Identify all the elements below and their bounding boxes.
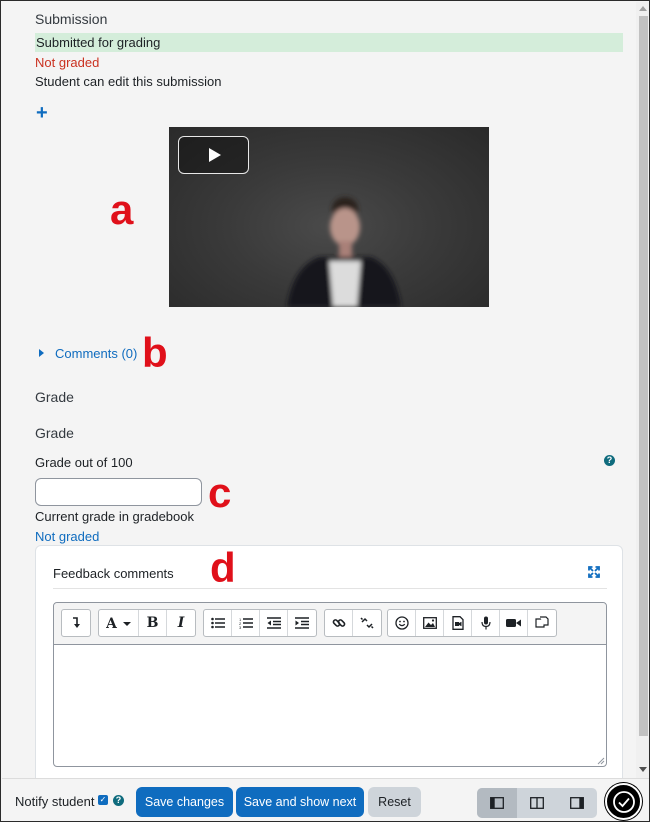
toolbar-group-media [387,609,557,637]
grade-input[interactable] [35,478,202,506]
edit-status: Student can edit this submission [35,74,222,89]
layout-both-panels-icon[interactable] [517,788,557,818]
grading-status: Not graded [35,55,100,70]
toolbar-group-lists: 123 [203,609,317,637]
play-button[interactable] [178,136,249,174]
image-icon[interactable] [416,610,444,636]
scrollbar-thumb[interactable] [639,16,648,736]
grader-panel: Submission Submitted for grading Not gra… [0,0,650,822]
scroll-up-icon[interactable] [639,6,647,11]
collapse-toolbar-icon[interactable] [62,610,90,636]
submission-heading: Submission [35,11,108,27]
grade-out-of-label: Grade out of 100 [35,455,133,470]
annotation-d: d [210,544,236,591]
footer-bar: Notify student ✓ ? Save changes Save and… [2,778,649,821]
grade-heading: Grade [35,389,74,405]
save-changes-button[interactable]: Save changes [136,787,233,817]
record-audio-icon[interactable] [472,610,500,636]
feedback-title: Feedback comments [53,566,174,581]
toolbar-group-text: A B I [98,609,196,637]
layout-right-panel-icon[interactable] [557,788,597,818]
italic-icon[interactable]: I [167,610,195,636]
notify-help-icon[interactable]: ? [113,795,124,806]
font-style-icon[interactable]: A [99,610,139,636]
feedback-card: Feedback comments A B I 1 2 3 [35,545,623,778]
record-video-icon[interactable] [500,610,528,636]
manage-files-icon[interactable] [528,610,556,636]
notify-label: Notify student [15,794,95,809]
layout-toggle-group [477,788,597,818]
help-icon[interactable]: ? [604,455,615,466]
comments-link[interactable]: Comments (0) [55,346,137,361]
expand-plus-icon[interactable]: + [36,103,48,123]
current-grade-value[interactable]: Not graded [35,529,99,544]
media-icon[interactable] [444,610,472,636]
vertical-scrollbar[interactable] [636,2,649,778]
svg-text:3: 3 [239,625,242,629]
current-grade-label: Current grade in gradebook [35,509,194,524]
layout-left-panel-icon[interactable] [477,788,517,818]
toolbar-group-collapse [61,609,91,637]
unlink-icon[interactable] [353,610,381,636]
svg-text:A: A [106,616,118,630]
video-player[interactable] [169,127,489,307]
editor-toolbar: A B I 123 [54,603,606,645]
feedback-editor[interactable]: A B I 123 [53,602,607,767]
expand-caret-icon[interactable] [39,349,44,357]
bold-icon[interactable]: B [139,610,167,636]
scroll-area[interactable]: Submission Submitted for grading Not gra… [2,2,636,778]
link-icon[interactable] [325,610,353,636]
play-icon [209,148,221,162]
annotation-a: a [110,186,134,233]
toolbar-group-links [324,609,382,637]
submission-status: Submitted for grading [35,33,623,52]
indent-icon[interactable] [288,610,316,636]
annotation-c: c [208,469,232,516]
resize-handle-icon[interactable] [595,755,605,765]
ordered-list-icon[interactable]: 123 [232,610,260,636]
checkmark-circle-icon[interactable] [605,783,642,820]
save-and-show-next-button[interactable]: Save and show next [236,787,364,817]
unordered-list-icon[interactable] [204,610,232,636]
outdent-icon[interactable] [260,610,288,636]
notify-checkbox[interactable]: ✓ [98,795,108,805]
reset-button[interactable]: Reset [368,787,421,817]
scroll-down-icon[interactable] [639,767,647,772]
emoji-icon[interactable] [388,610,416,636]
grade-subheading: Grade [35,425,74,441]
annotation-b: b [142,329,168,376]
feedback-divider [53,588,607,589]
fullscreen-icon[interactable] [588,566,600,578]
editor-content[interactable] [62,653,592,753]
